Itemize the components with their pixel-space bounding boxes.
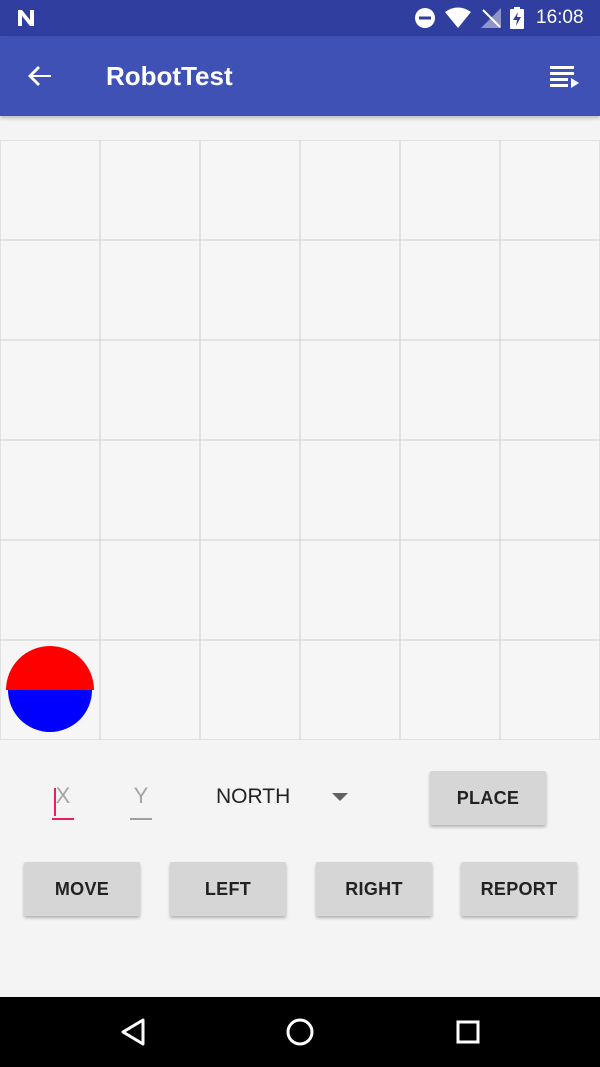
grid-cell [0,239,101,341]
grid-cell [199,539,301,641]
nav-recents-icon [456,1020,480,1044]
dropdown-arrow-icon [332,793,348,801]
clock-time: 16:08 [536,7,584,28]
grid-cell [399,239,501,341]
grid-cell [299,539,401,641]
app-bar: RobotTest [0,36,600,116]
grid-cell [299,339,401,441]
do-not-disturb-icon [415,8,435,28]
grid-cell [399,539,501,641]
system-nav-bar [0,997,600,1067]
left-button[interactable]: LEFT [170,862,286,916]
grid-cell [499,539,600,641]
nav-recents-button[interactable] [451,1015,485,1049]
no-signal-icon [481,8,501,28]
grid-cell [99,439,201,541]
grid-cell [199,239,301,341]
notification-n-icon [18,10,34,26]
direction-value: NORTH [216,785,291,808]
y-input[interactable] [130,778,152,814]
grid-cell [399,339,501,441]
grid-cell [199,639,301,740]
direction-spinner[interactable]: NORTH [200,780,360,816]
y-field-underline [130,818,152,820]
grid-cell [299,639,401,740]
grid-cell [499,239,600,341]
grid-cell [399,439,501,541]
place-button[interactable]: PLACE [430,771,546,825]
x-field-underline [52,818,74,820]
wifi-icon [445,7,471,28]
playlist-menu-button[interactable] [544,58,584,94]
grid-cell [99,239,201,341]
grid-cell [299,439,401,541]
back-button[interactable] [22,58,58,94]
report-button[interactable]: REPORT [461,862,577,916]
grid-cell [399,639,501,740]
page-title: RobotTest [106,61,233,91]
grid-cell [499,339,600,441]
nav-back-icon [121,1018,145,1046]
grid-cell [0,140,101,241]
grid-cell [99,339,201,441]
x-field[interactable] [52,778,74,820]
grid-cell [199,339,301,441]
grid-cell [499,439,600,541]
playlist-icon [550,66,579,88]
board-grid [0,140,600,740]
nav-home-button[interactable] [283,1015,317,1049]
grid-cell [199,140,301,241]
grid-cell [0,539,101,641]
text-cursor [54,788,56,816]
grid-cell [0,339,101,441]
grid-cell [99,639,201,740]
right-button[interactable]: RIGHT [316,862,432,916]
move-button[interactable]: MOVE [24,862,140,916]
robot-board[interactable] [0,140,600,740]
nav-back-button[interactable] [116,1015,150,1049]
grid-cell [499,639,600,740]
grid-cell [299,239,401,341]
grid-cell [0,439,101,541]
grid-cell [399,140,501,241]
battery-charging-icon [510,7,524,29]
y-field[interactable] [130,778,152,820]
grid-cell [299,140,401,241]
grid-cell [199,439,301,541]
grid-cell [99,140,201,241]
arrow-back-icon [28,66,51,86]
grid-cell [499,140,600,241]
grid-cell [99,539,201,641]
status-bar: 16:08 [0,0,600,36]
nav-home-icon [286,1018,314,1046]
